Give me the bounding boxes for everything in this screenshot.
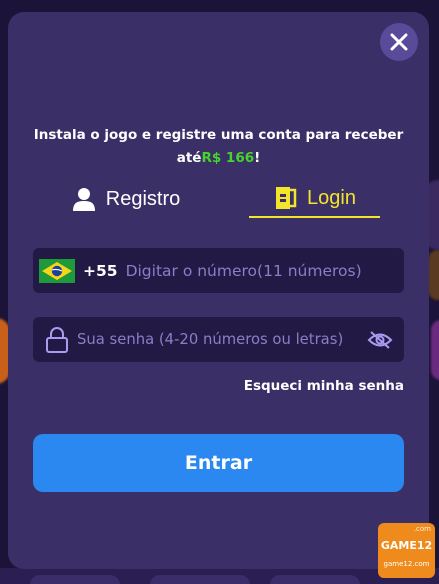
country-code[interactable]: +55 bbox=[83, 262, 118, 280]
lock-icon bbox=[46, 326, 68, 353]
password-field[interactable] bbox=[33, 317, 404, 362]
background-pill bbox=[30, 575, 120, 584]
watermark-site: game12.com bbox=[383, 560, 430, 568]
eye-slash-icon[interactable] bbox=[367, 330, 393, 350]
phone-field[interactable]: +55 bbox=[33, 248, 404, 293]
background-pill bbox=[150, 575, 250, 584]
promo-prefix: até bbox=[176, 150, 202, 166]
phone-input[interactable] bbox=[125, 248, 376, 293]
login-submit-button[interactable]: Entrar bbox=[33, 434, 404, 492]
tab-registro[interactable]: Registro bbox=[56, 180, 196, 218]
login-door-icon bbox=[276, 187, 297, 209]
tab-registro-label: Registro bbox=[105, 187, 181, 210]
tab-login-label: Login bbox=[307, 186, 356, 209]
promo-line-2: atéR$ 166! bbox=[8, 147, 429, 170]
promo-text: Instala o jogo e registre uma conta para… bbox=[8, 124, 429, 170]
close-button[interactable] bbox=[380, 23, 418, 61]
forgot-password-link[interactable]: Esqueci minha senha bbox=[200, 378, 404, 394]
background-game-tile bbox=[431, 320, 439, 380]
background-pill bbox=[270, 575, 360, 584]
close-icon bbox=[390, 33, 408, 51]
watermark-name: GAME12 bbox=[380, 539, 433, 552]
tab-login[interactable]: Login bbox=[249, 180, 380, 218]
watermark-top-text: .com bbox=[413, 525, 431, 533]
background-game-tile bbox=[428, 250, 439, 300]
promo-line-1: Instala o jogo e registre uma conta para… bbox=[33, 127, 404, 143]
password-input[interactable] bbox=[77, 317, 367, 362]
user-icon bbox=[72, 188, 95, 211]
game12-watermark-logo: .com GAME12 game12.com bbox=[378, 523, 435, 578]
brazil-flag-icon bbox=[39, 258, 75, 283]
promo-suffix: ! bbox=[254, 150, 261, 166]
promo-amount: R$ 166 bbox=[201, 150, 255, 166]
